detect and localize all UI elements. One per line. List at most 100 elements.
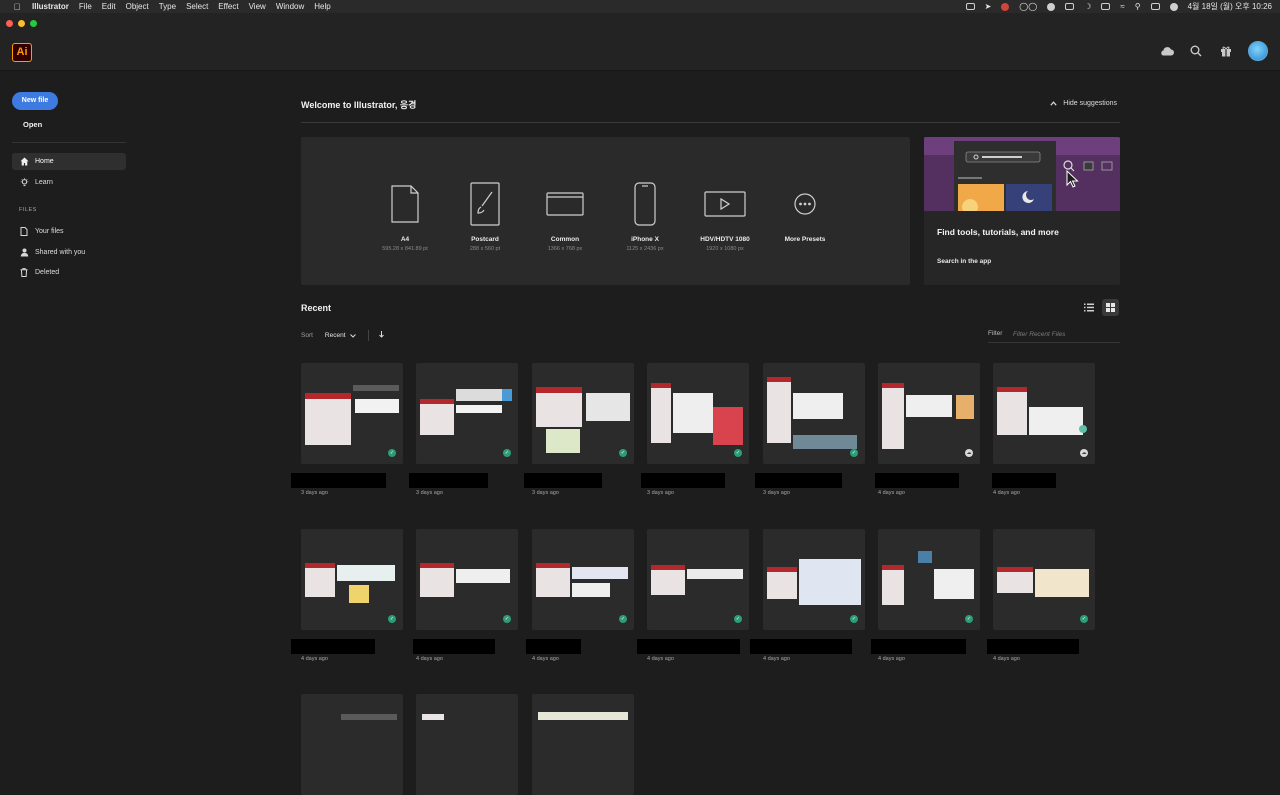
gift-icon[interactable]: [1218, 43, 1234, 59]
sidebar-item-label: Deleted: [35, 269, 60, 276]
sync-icon[interactable]: [1047, 2, 1056, 11]
grid-view-icon: [1106, 303, 1115, 312]
synced-check-icon: ✓: [850, 449, 858, 457]
app-header: Ai: [0, 33, 1280, 71]
new-file-button[interactable]: New file: [12, 92, 58, 110]
cloud-icon[interactable]: [1158, 43, 1174, 59]
file-date: 4 days ago: [878, 656, 905, 662]
sidebar-item-label: Home: [35, 158, 54, 165]
recent-file-card[interactable]: ✓ 4 days ago: [413, 529, 518, 662]
file-date: 3 days ago: [647, 490, 674, 496]
people-icon: [19, 248, 29, 257]
moon-icon[interactable]: ☽: [1084, 2, 1091, 11]
recent-file-card[interactable]: ✓ 4 days ago: [750, 529, 865, 662]
recent-file-card[interactable]: [301, 694, 403, 795]
preset-hdtv[interactable]: HDV/HDTV 1080 1920 x 1080 px: [685, 181, 765, 252]
battery-icon[interactable]: [1101, 3, 1111, 10]
recent-file-card[interactable]: [416, 694, 518, 795]
menu-effect[interactable]: Effect: [218, 2, 238, 11]
sidebar-item-home[interactable]: Home: [12, 153, 126, 170]
spotlight-icon[interactable]: ⚲: [1135, 2, 1141, 11]
sidebar-item-your-files[interactable]: Your files: [12, 223, 126, 240]
preset-iphone-x[interactable]: iPhone X 1125 x 2436 px: [605, 181, 685, 252]
redacted-filename: [992, 473, 1056, 488]
recent-heading: Recent: [301, 303, 332, 313]
welcome-divider: [301, 122, 1120, 123]
file-thumbnail: [301, 694, 403, 795]
siri-icon[interactable]: [1169, 2, 1178, 11]
sort-dropdown[interactable]: Recent: [325, 332, 356, 339]
menu-help[interactable]: Help: [314, 2, 330, 11]
hide-suggestions-button[interactable]: Hide suggestions: [1050, 100, 1117, 107]
open-button[interactable]: Open: [23, 120, 42, 129]
menu-file[interactable]: File: [79, 2, 92, 11]
file-date: 4 days ago: [416, 656, 443, 662]
menu-view[interactable]: View: [249, 2, 266, 11]
document-icon: [365, 181, 445, 227]
recent-file-card[interactable]: ✓ 4 days ago: [637, 529, 749, 662]
cloud-status-icon: ☁: [1080, 449, 1088, 457]
recent-file-card[interactable]: ✓ 4 days ago: [871, 529, 980, 662]
menu-select[interactable]: Select: [186, 2, 208, 11]
search-icon[interactable]: [1188, 43, 1204, 59]
recent-file-card[interactable]: ☁ 4 days ago: [875, 363, 980, 496]
keyboard-icon[interactable]: [1065, 3, 1075, 10]
synced-check-icon: ✓: [619, 615, 627, 623]
list-view-button[interactable]: [1080, 299, 1097, 316]
recent-file-card[interactable]: ☁ 4 days ago: [992, 363, 1095, 496]
recent-file-card[interactable]: [532, 694, 634, 795]
fullscreen-window-button[interactable]: [30, 20, 37, 27]
wifi-icon[interactable]: ≈: [1120, 2, 1124, 11]
left-sidebar: New file Open Home Learn FILES Your file…: [0, 72, 140, 720]
file-date: 4 days ago: [993, 656, 1020, 662]
search-in-app-link[interactable]: Search in the app: [937, 258, 991, 265]
menu-object[interactable]: Object: [126, 2, 149, 11]
preset-a4[interactable]: A4 595.28 x 841.89 pt: [365, 181, 445, 252]
display-icon[interactable]: [965, 3, 975, 10]
clock-text[interactable]: 4월 18일 (월) 오후 10:26: [1188, 1, 1272, 12]
sidebar-item-label: Learn: [35, 179, 53, 186]
telegram-icon[interactable]: ➤: [985, 2, 992, 11]
promo-illustration: [924, 137, 1120, 215]
sort-direction-button[interactable]: [378, 331, 384, 340]
menu-app-name[interactable]: Illustrator: [32, 2, 69, 11]
app-menu: Illustrator File Edit Object Type Select…: [24, 0, 331, 13]
file-date: 4 days ago: [878, 490, 905, 496]
menu-window[interactable]: Window: [276, 2, 304, 11]
user-avatar[interactable]: [1248, 41, 1268, 61]
sidebar-item-shared[interactable]: Shared with you: [12, 244, 126, 261]
preset-postcard[interactable]: Postcard 288 x 560 pt: [445, 181, 525, 252]
close-window-button[interactable]: [6, 20, 13, 27]
recent-file-card[interactable]: ✓ 3 days ago: [291, 363, 403, 496]
menu-type[interactable]: Type: [159, 2, 176, 11]
sidebar-item-learn[interactable]: Learn: [12, 174, 126, 191]
sort-divider: [367, 330, 369, 341]
sidebar-item-deleted[interactable]: Deleted: [12, 264, 126, 281]
glasses-icon[interactable]: ◯◯: [1019, 2, 1037, 11]
redacted-filename: [641, 473, 725, 488]
preset-more[interactable]: More Presets: [765, 181, 845, 243]
file-date: 3 days ago: [532, 490, 559, 496]
filter-recent-files-input[interactable]: [1013, 328, 1120, 340]
recent-file-card[interactable]: ✓ 3 days ago: [409, 363, 518, 496]
recent-file-card[interactable]: ✓ 3 days ago: [641, 363, 749, 496]
recent-file-card[interactable]: ✓ 4 days ago: [291, 529, 403, 662]
recent-file-card[interactable]: ✓ 4 days ago: [987, 529, 1095, 662]
notification-app-icon[interactable]: [1001, 2, 1010, 11]
macos-menu-bar:  Illustrator File Edit Object Type Sele…: [0, 0, 1280, 13]
recent-file-card[interactable]: ✓ 3 days ago: [524, 363, 634, 496]
preset-name: Common: [550, 236, 580, 243]
welcome-heading: Welcome to Illustrator, 응경: [301, 100, 417, 110]
control-center-icon[interactable]: [1150, 3, 1160, 10]
apple-menu-icon[interactable]: : [10, 2, 24, 12]
redacted-filename: [291, 473, 386, 488]
recent-file-card[interactable]: ✓ 3 days ago: [755, 363, 865, 496]
traffic-lights: [6, 20, 37, 27]
recent-file-card[interactable]: ✓ 4 days ago: [526, 529, 634, 662]
promo-panel[interactable]: Find tools, tutorials, and more Search i…: [924, 137, 1120, 285]
preset-common[interactable]: Common 1366 x 768 px: [525, 181, 605, 252]
minimize-window-button[interactable]: [18, 20, 25, 27]
file-thumbnail: ✓: [532, 529, 634, 630]
menu-edit[interactable]: Edit: [102, 2, 116, 11]
grid-view-button[interactable]: [1102, 299, 1119, 316]
